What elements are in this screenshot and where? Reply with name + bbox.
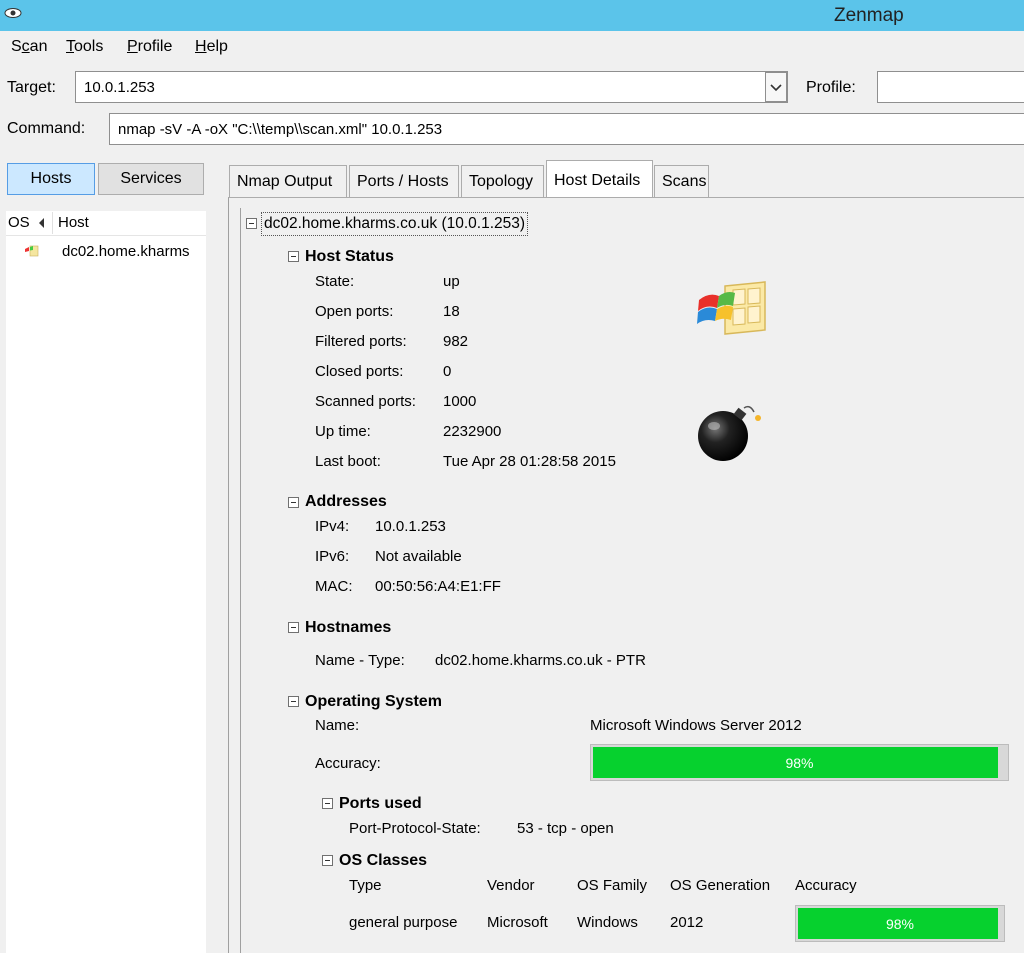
command-input[interactable]: nmap -sV -A -oX "C:\\temp\\scan.xml" 10.…: [109, 113, 1024, 145]
mac-label: MAC:: [315, 578, 353, 595]
profile-label: Profile:: [806, 79, 856, 96]
services-button[interactable]: Services: [98, 163, 204, 195]
section-operating-system: Operating System: [305, 693, 442, 710]
mac-value: 00:50:56:A4:E1:FF: [375, 578, 501, 595]
menu-profile[interactable]: Profile: [127, 38, 172, 56]
collapse-host-status-toggle[interactable]: [288, 251, 299, 262]
menu-tools[interactable]: Tools: [66, 38, 103, 56]
host-list[interactable]: [6, 211, 206, 953]
ipv4-label: IPv4:: [315, 518, 350, 535]
os-classes-header-type: Type: [349, 877, 382, 894]
os-class-vendor: Microsoft: [487, 914, 548, 931]
port-protocol-state-value: 53 - tcp - open: [517, 820, 614, 837]
column-host[interactable]: Host: [58, 214, 89, 231]
tab-nmap-output[interactable]: Nmap Output: [229, 165, 347, 197]
tab-host-details[interactable]: Host Details: [546, 160, 653, 198]
column-os[interactable]: OS: [8, 214, 30, 231]
section-hostnames: Hostnames: [305, 619, 392, 636]
name-type-label: Name - Type:: [315, 652, 405, 669]
command-label: Command:: [7, 120, 86, 137]
os-classes-header-vendor: Vendor: [487, 877, 535, 894]
scanned-ports-value: 1000: [443, 393, 477, 410]
host-row-label: dc02.home.kharms: [62, 243, 190, 260]
host-list-header: OS Host: [6, 211, 206, 236]
section-host-status: Host Status: [305, 248, 394, 265]
target-label: Target:: [7, 79, 56, 96]
window-title: Zenmap: [834, 5, 904, 26]
last-boot-value: Tue Apr 28 01:28:58 2015: [443, 453, 616, 470]
collapse-addresses-toggle[interactable]: [288, 497, 299, 508]
os-class-generation: 2012: [670, 914, 704, 931]
os-name-value: Microsoft Windows Server 2012: [590, 717, 802, 734]
os-classes-header-accuracy: Accuracy: [795, 877, 857, 894]
bomb-icon: [698, 405, 761, 461]
collapse-os-toggle[interactable]: [288, 696, 299, 707]
target-combo-input[interactable]: 10.0.1.253: [75, 71, 788, 103]
ipv4-value: 10.0.1.253: [375, 518, 446, 535]
tab-ports-hosts[interactable]: Ports / Hosts: [349, 165, 459, 197]
section-ports-used: Ports used: [339, 795, 422, 812]
title-bar: Zenmap: [0, 0, 1024, 31]
section-os-classes: OS Classes: [339, 852, 428, 869]
os-class-accuracy-bar: 98%: [795, 905, 1005, 942]
collapse-host-toggle[interactable]: [246, 218, 257, 229]
port-protocol-state-label: Port-Protocol-State:: [349, 820, 481, 837]
hosts-button[interactable]: Hosts: [7, 163, 95, 195]
name-type-value: dc02.home.kharms.co.uk - PTR: [435, 652, 646, 669]
open-ports-value: 18: [443, 303, 460, 320]
os-accuracy-bar: 98%: [590, 744, 1009, 781]
ipv6-label: IPv6:: [315, 548, 350, 565]
tab-topology[interactable]: Topology: [461, 165, 544, 197]
menu-bar: Scan Tools Profile Help: [0, 31, 1024, 61]
collapse-hostnames-toggle[interactable]: [288, 622, 299, 633]
state-value: up: [443, 273, 460, 290]
os-accuracy-label: Accuracy:: [315, 755, 381, 772]
closed-ports-value: 0: [443, 363, 452, 380]
collapse-os-classes-toggle[interactable]: [322, 855, 333, 866]
os-class-accuracy-text: 98%: [885, 915, 915, 932]
menu-help[interactable]: Help: [195, 38, 228, 56]
filtered-ports-value: 982: [443, 333, 469, 350]
last-boot-label: Last boot:: [315, 453, 381, 470]
menu-scan[interactable]: Scan: [11, 38, 47, 56]
os-class-family: Windows: [577, 914, 638, 931]
os-accuracy-text: 98%: [785, 754, 814, 771]
host-header[interactable]: dc02.home.kharms.co.uk (10.0.1.253): [261, 212, 529, 236]
chevron-down-icon: [770, 84, 782, 92]
state-label: State:: [315, 273, 355, 290]
section-addresses: Addresses: [305, 493, 387, 510]
column-divider: [52, 212, 53, 234]
target-dropdown-button[interactable]: [765, 72, 787, 102]
profile-combo-input[interactable]: [877, 71, 1024, 103]
scanned-ports-label: Scanned ports:: [315, 393, 416, 410]
sort-arrow-icon: [39, 218, 44, 228]
os-class-type: general purpose: [349, 914, 458, 931]
host-row[interactable]: dc02.home.kharms: [6, 238, 206, 264]
uptime-label: Up time:: [315, 423, 371, 440]
ipv6-value: Not available: [375, 548, 462, 565]
filtered-ports-label: Filtered ports:: [315, 333, 407, 350]
uptime-value: 2232900: [443, 423, 502, 440]
os-classes-header-generation: OS Generation: [670, 877, 771, 894]
os-classes-header-family: OS Family: [577, 877, 648, 894]
windows-logo-icon: [25, 245, 39, 257]
windows-logo-icon: [697, 281, 766, 335]
collapse-ports-used-toggle[interactable]: [322, 798, 333, 809]
os-name-label: Name:: [315, 717, 360, 734]
open-ports-label: Open ports:: [315, 303, 394, 320]
closed-ports-label: Closed ports:: [315, 363, 404, 380]
tab-scans[interactable]: Scans: [654, 165, 709, 197]
zenmap-eye-icon: [4, 8, 22, 18]
